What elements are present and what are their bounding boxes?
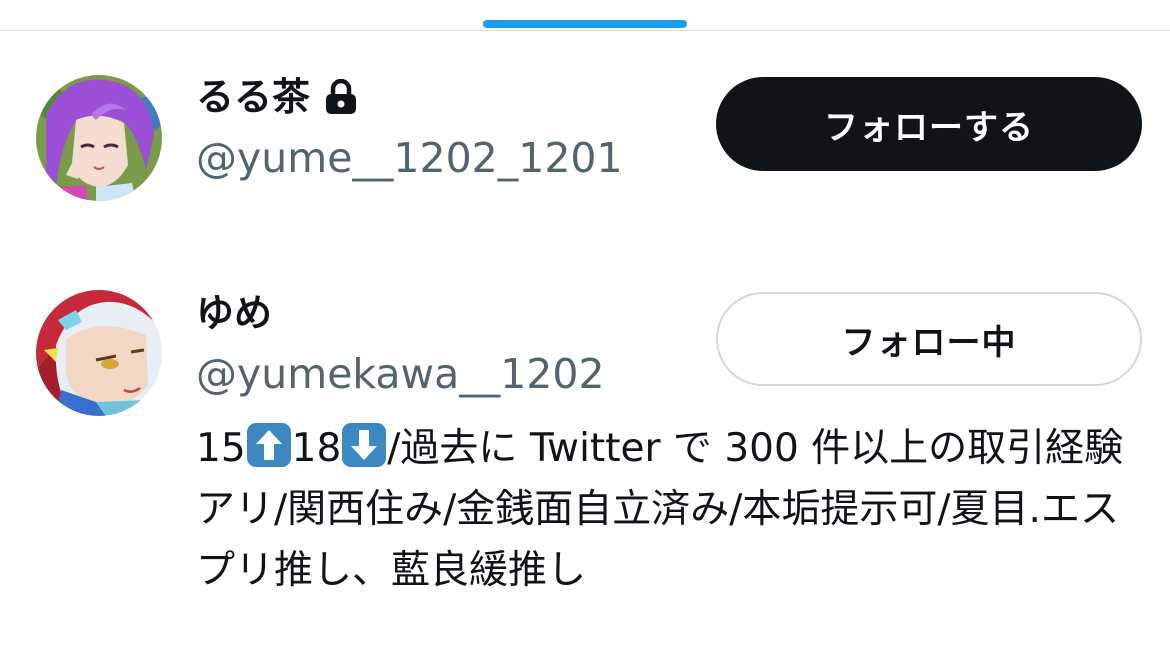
- follow-list: るる茶 @yume__1202_1201 フォローする ゆめ @yumekawa…: [0, 0, 1170, 658]
- following-button[interactable]: フォロー中: [716, 292, 1142, 386]
- display-name: ゆめ: [196, 291, 273, 335]
- follow-button[interactable]: フォローする: [716, 77, 1142, 171]
- header-divider: [0, 30, 1170, 31]
- user-handle: @yume__1202_1201: [196, 134, 623, 182]
- user-handle: @yumekawa__1202: [196, 350, 605, 398]
- down-arrow-emoji-icon: [342, 423, 387, 467]
- display-name: るる茶: [196, 75, 311, 119]
- lock-icon: [324, 79, 358, 115]
- bio-text: 15: [196, 426, 246, 471]
- avatar[interactable]: [36, 75, 162, 201]
- avatar[interactable]: [36, 290, 162, 416]
- user-bio: 15 18/過去に Twitter で 300 件以上の取引経験アリ/関西住み/金…: [196, 418, 1146, 601]
- display-name-row: るる茶: [196, 74, 358, 120]
- bio-text: 18: [291, 426, 342, 471]
- display-name-row: ゆめ: [196, 290, 272, 336]
- up-arrow-emoji-icon: [246, 423, 291, 467]
- active-tab-indicator: [483, 20, 687, 28]
